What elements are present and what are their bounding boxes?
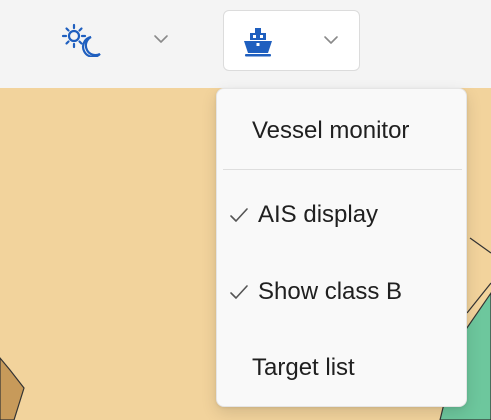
checkmark-icon (230, 208, 248, 222)
menu-item-show-class-b[interactable]: Show class B (217, 262, 468, 322)
chevron-down-icon (154, 35, 168, 43)
chevron-down-icon (324, 36, 338, 44)
checkmark-icon (230, 285, 248, 299)
menu-header-label: Vessel monitor (252, 117, 410, 144)
vessel-monitor-dropdown-button[interactable] (223, 10, 360, 71)
menu-header: Vessel monitor (217, 101, 468, 161)
menu-item-label: AIS display (258, 201, 379, 228)
menu-item-ais-display[interactable]: AIS display (217, 185, 468, 245)
menu-item-target-list[interactable]: Target list (217, 338, 468, 398)
ship-icon (244, 28, 272, 57)
toolbar (0, 0, 491, 89)
vessel-monitor-menu: Vessel monitor AIS display Show class B … (216, 88, 467, 407)
menu-item-label: Target list (252, 354, 355, 381)
sun-moon-icon (61, 23, 101, 57)
menu-separator (223, 169, 462, 170)
menu-item-label: Show class B (258, 278, 403, 305)
theme-dropdown-button[interactable] (48, 10, 186, 68)
